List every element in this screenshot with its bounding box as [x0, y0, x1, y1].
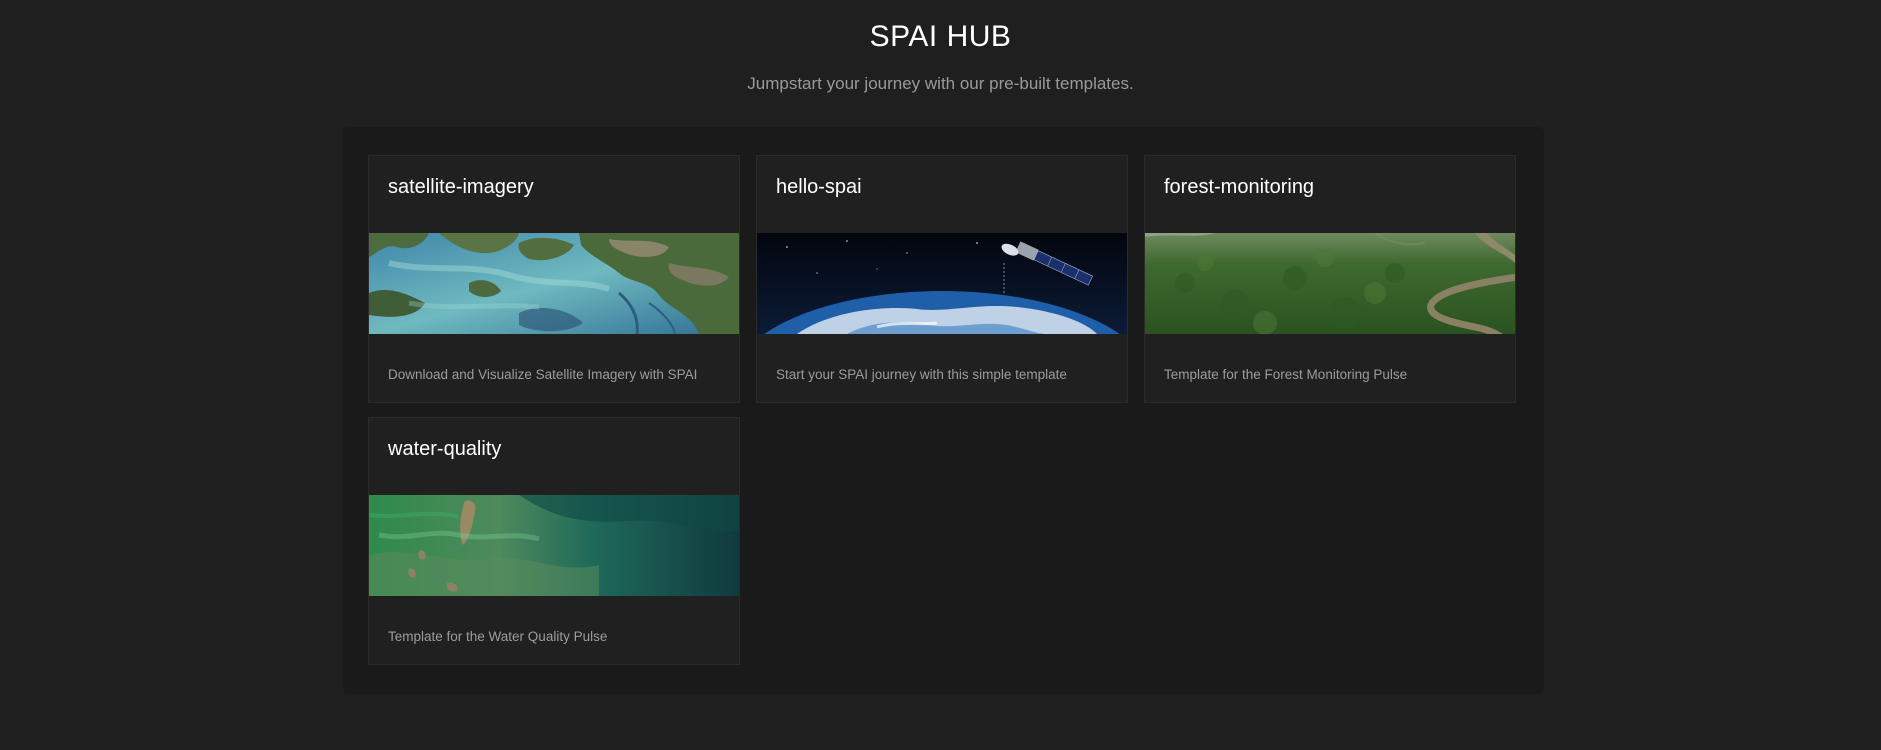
template-card-title: forest-monitoring: [1164, 176, 1315, 198]
algae-water-satellite-image: [369, 495, 739, 596]
template-card-satellite-imagery[interactable]: satellite-imagery Download and Visualize…: [368, 155, 740, 403]
templates-panel: satellite-imagery Download and Visualize…: [343, 127, 1544, 694]
template-card-water-quality[interactable]: water-quality Template for the Water Qua…: [368, 417, 740, 665]
template-card-description: Start your SPAI journey with this simple…: [776, 367, 1067, 382]
template-card-title: satellite-imagery: [388, 176, 534, 198]
satellite-coastline-image: [369, 233, 739, 334]
page-subtitle: Jumpstart your journey with our pre-buil…: [747, 74, 1134, 93]
earth-and-satellite-image: [757, 233, 1127, 334]
forest-river-aerial-image: [1145, 233, 1515, 334]
template-card-description: Template for the Water Quality Pulse: [388, 629, 608, 644]
template-card-hello-spai[interactable]: hello-spai Start your SPAI journey with …: [756, 155, 1128, 403]
page-title: SPAI HUB: [869, 20, 1012, 53]
template-card-description: Download and Visualize Satellite Imagery…: [388, 367, 698, 382]
template-card-title: hello-spai: [776, 176, 862, 198]
template-card-title: water-quality: [388, 438, 502, 460]
template-card-forest-monitoring[interactable]: forest-monitoring Template for the Fores…: [1144, 155, 1516, 403]
template-card-description: Template for the Forest Monitoring Pulse: [1164, 367, 1408, 382]
